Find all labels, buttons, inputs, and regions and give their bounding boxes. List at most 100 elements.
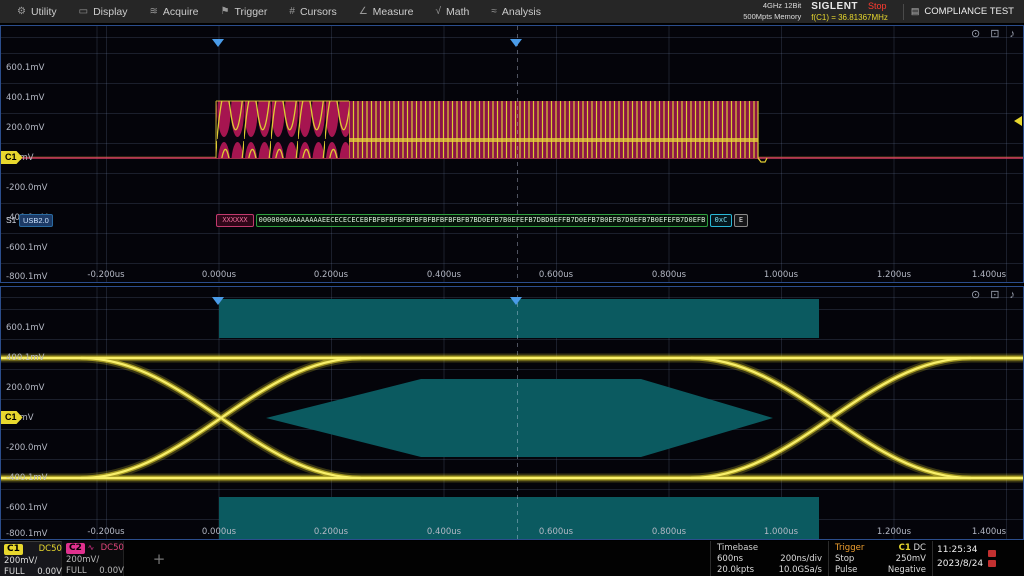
delay-reference-line xyxy=(517,26,518,282)
menu-trigger-label: Trigger xyxy=(235,6,268,18)
c1-bandwidth: FULL xyxy=(4,567,37,576)
menu-utility[interactable]: ⚙ Utility xyxy=(6,0,68,23)
timebase-panel[interactable]: Timebase 600ns 200ns/div 20.0kpts 10.0GS… xyxy=(710,541,828,576)
x-tick: 0.400us xyxy=(412,527,476,537)
camera-icon[interactable]: ⊙ xyxy=(971,289,980,301)
y-tick: -800.1mV xyxy=(6,529,48,539)
compliance-test-button[interactable]: ▤ COMPLIANCE TEST xyxy=(911,6,1024,17)
plot2-toolbar: ⊙ ⊡ ♪ xyxy=(964,288,1015,301)
channel1-panel[interactable]: C1 DC50 200mV/ FULL 0.00V xyxy=(0,541,62,576)
y-tick: 600.1mV xyxy=(6,323,44,333)
c2-offset: 0.00V xyxy=(99,566,124,576)
waveform-plot[interactable]: ⊙ ⊡ ♪ 600.1mV 400.1mV 200.0mV 0.0mV -200… xyxy=(0,25,1024,283)
x-tick: -0.200us xyxy=(74,527,138,537)
plot1-toolbar: ⊙ ⊡ ♪ xyxy=(964,27,1015,40)
eye-diagram-plot[interactable]: ⊙ ⊡ ♪ 600.1mV 400.1mV 200.0mV 0.0mV -200… xyxy=(0,286,1024,540)
trigger-state: Stop xyxy=(835,554,878,564)
expand-icon[interactable]: ⊡ xyxy=(990,28,999,40)
delay-reference-marker[interactable] xyxy=(510,297,522,305)
x-tick: 1.200us xyxy=(862,527,926,537)
menu-acquire-label: Acquire xyxy=(163,6,199,18)
x-tick: 1.400us xyxy=(957,270,1021,280)
x-tick: 0.000us xyxy=(187,270,251,280)
system-info: 4GHz 12Bit 500Mpts Memory xyxy=(743,1,801,21)
utility-icon: ⚙ xyxy=(17,6,26,17)
analysis-icon: ≈ xyxy=(491,6,497,17)
x-tick: 0.600us xyxy=(524,527,588,537)
delay-reference-marker[interactable] xyxy=(510,39,522,47)
menu-math-label: Math xyxy=(446,6,469,18)
x-tick: 0.600us xyxy=(524,270,588,280)
trigger-position-marker[interactable] xyxy=(212,297,224,305)
trigger-level: 250mV xyxy=(888,554,926,564)
menu-measure-label: Measure xyxy=(373,6,414,18)
usb-data-burst xyxy=(349,101,758,158)
y-tick: 400.1mV xyxy=(6,93,44,103)
menu-display[interactable]: ▭Display xyxy=(68,0,139,23)
clock-panel: 11:25:34 2023/8/24 xyxy=(932,541,1024,576)
frequency-counter: f(C1) = 36.81367MHz xyxy=(811,13,888,23)
decode-slot-label: S1 xyxy=(6,215,16,225)
x-tick: 0.400us xyxy=(412,270,476,280)
x-tick: 0.800us xyxy=(637,270,701,280)
trigger-title: Trigger xyxy=(835,543,878,553)
menu-measure[interactable]: ∠ Measure xyxy=(348,0,425,23)
add-channel-button[interactable]: + xyxy=(124,541,194,576)
menu-trigger[interactable]: ⚑ Trigger xyxy=(210,0,279,23)
menu-bar: ⚙ Utility ▭Display ≋Acquire ⚑ Trigger #Cur… xyxy=(0,0,1024,23)
y-tick: -600.1mV xyxy=(6,243,48,253)
expand-icon[interactable]: ⊡ xyxy=(990,289,999,301)
status-bar: C1 DC50 200mV/ FULL 0.00V C2 ∿ DC50 200m… xyxy=(0,541,1024,576)
trigger-position-marker[interactable] xyxy=(212,39,224,47)
annotate-icon[interactable]: ♪ xyxy=(1010,28,1016,40)
measure-icon: ∠ xyxy=(359,6,368,17)
trigger-flag-icon: ⚑ xyxy=(221,6,230,17)
x-tick: 1.400us xyxy=(957,527,1021,537)
x-tick: 1.200us xyxy=(862,270,926,280)
decode-bus-badge[interactable]: USB2.0 xyxy=(19,214,53,227)
decode-field-sync: XXXXXX xyxy=(216,214,254,227)
menu-analysis[interactable]: ≈Analysis xyxy=(480,0,552,23)
trigger-panel[interactable]: Trigger C1 DC Stop 250mV Pulse Negative xyxy=(828,541,932,576)
annotate-icon[interactable]: ♪ xyxy=(1010,289,1016,301)
trigger-coupling: DC xyxy=(914,543,926,553)
c2-wave-icon: ∿ xyxy=(88,543,95,552)
timebase-delay: 600ns xyxy=(717,554,769,564)
decode-fields: XXXXXX 0000000AAAAAAAAEECECECECEBFBFBFBF… xyxy=(216,214,748,227)
y-tick: -200.0mV xyxy=(6,183,48,193)
network-status-icon xyxy=(988,560,996,567)
memory-label: 500Mpts Memory xyxy=(743,12,801,22)
camera-icon[interactable]: ⊙ xyxy=(971,28,980,40)
y-tick: 200.0mV xyxy=(6,383,44,393)
compliance-icon: ▤ xyxy=(911,6,920,17)
menu-right-cluster: 4GHz 12Bit 500Mpts Memory SIGLENT Stop f(… xyxy=(743,0,1024,23)
c2-coupling: DC50 xyxy=(99,543,124,554)
y-tick: -400.1mV xyxy=(6,473,48,483)
x-tick: 1.000us xyxy=(749,527,813,537)
y-tick: -200.0mV xyxy=(6,443,48,453)
timebase-samplerate: 10.0GSa/s xyxy=(779,565,822,575)
run-state-badge[interactable]: Stop xyxy=(868,1,887,11)
x-tick: 0.200us xyxy=(299,527,363,537)
menu-utility-label: Utility xyxy=(31,6,57,18)
menu-cursors-label: Cursors xyxy=(300,6,337,18)
oscilloscope-screen: ⚙ Utility ▭Display ≋Acquire ⚑ Trigger #Cur… xyxy=(0,0,1024,576)
channel2-panel[interactable]: C2 ∿ DC50 200mV/ FULL 0.00V xyxy=(62,541,124,576)
waveform-canvas xyxy=(1,26,1023,282)
menu-display-label: Display xyxy=(93,6,127,18)
y-tick: -600.1mV xyxy=(6,503,48,513)
y-tick: 600.1mV xyxy=(6,63,44,73)
brand-logo: SIGLENT xyxy=(811,1,858,12)
clock-date: 2023/8/24 xyxy=(937,558,983,572)
x-tick: 0.200us xyxy=(299,270,363,280)
trigger-level-marker[interactable] xyxy=(1014,116,1022,126)
menu-acquire[interactable]: ≋Acquire xyxy=(139,0,210,23)
usb-sync-burst xyxy=(216,101,349,158)
menu-cursors[interactable]: #Cursors xyxy=(278,0,347,23)
y-tick: -800.1mV xyxy=(6,272,48,282)
c2-bandwidth: FULL xyxy=(66,566,99,576)
trigger-source: C1 xyxy=(899,543,911,553)
c1-scale: 200mV/ xyxy=(4,556,37,566)
menu-math[interactable]: √Math xyxy=(425,0,481,23)
c2-scale: 200mV/ xyxy=(66,555,99,565)
